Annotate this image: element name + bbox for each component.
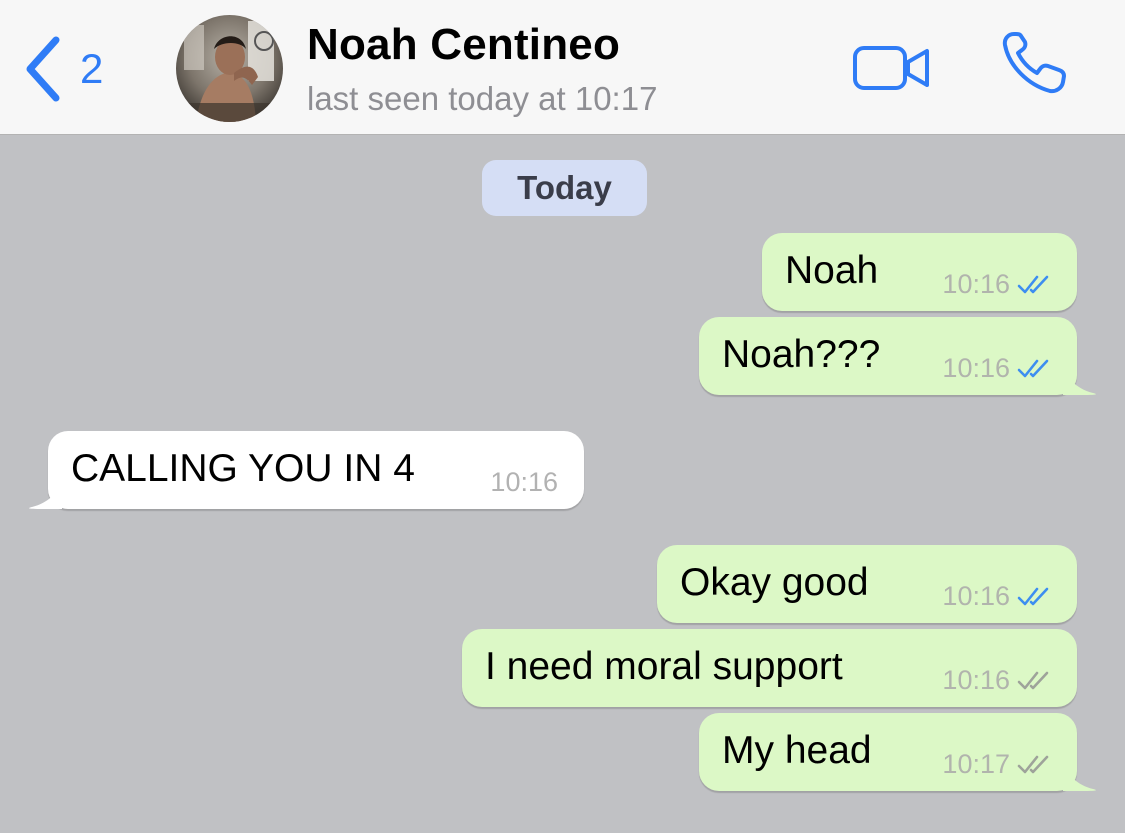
double-check-icon [1017,671,1049,689]
message-text: Okay good [680,561,869,604]
outgoing-message[interactable]: Okay good 10:16 [657,545,1077,623]
double-check-icon [1017,587,1049,605]
message-time: 10:16 [942,581,1010,611]
unread-count: 2 [80,45,104,92]
chevron-left-icon [26,36,60,102]
message-text: CALLING YOU IN 4 [71,447,415,490]
double-check-icon [1017,359,1049,377]
message-text: Noah??? [722,333,881,376]
video-camera-icon [853,46,929,90]
bubble-tail [29,479,62,509]
bubble-tail [1063,761,1096,791]
avatar-photo [176,15,283,122]
date-divider: Today [482,160,647,216]
contact-name[interactable]: Noah Centineo [307,20,620,70]
message-meta: 10:16 [942,269,1051,300]
chat-header: 2 Noah Centineo last seen today at 10:17 [0,0,1125,135]
message-text: Noah [785,249,879,292]
message-meta: 10:16 [490,467,558,498]
bubble-tail [1063,365,1096,395]
message-meta: 10:17 [942,749,1051,780]
outgoing-message[interactable]: My head 10:17 [699,713,1096,791]
message-time: 10:17 [942,749,1010,779]
double-check-icon [1017,755,1049,773]
message-meta: 10:16 [942,581,1051,612]
video-call-button[interactable] [852,44,932,97]
last-seen-status: last seen today at 10:17 [307,80,658,117]
voice-call-button[interactable] [1000,30,1070,101]
message-meta: 10:16 [942,353,1051,384]
outgoing-message[interactable]: I need moral support 10:16 [462,629,1077,707]
outgoing-message[interactable]: Noah??? 10:16 [699,317,1096,395]
phone-icon [1002,32,1066,94]
message-meta: 10:16 [942,665,1051,696]
back-button[interactable]: 2 [24,36,103,102]
message-text: My head [722,729,872,772]
message-time: 10:16 [942,665,1010,695]
outgoing-message[interactable]: Noah 10:16 [762,233,1077,311]
message-time: 10:16 [490,467,558,497]
avatar[interactable] [176,15,283,122]
message-text: I need moral support [485,645,843,688]
incoming-message[interactable]: CALLING YOU IN 4 10:16 [29,431,584,509]
double-check-icon [1017,275,1049,293]
message-time: 10:16 [942,269,1010,299]
message-time: 10:16 [942,353,1010,383]
